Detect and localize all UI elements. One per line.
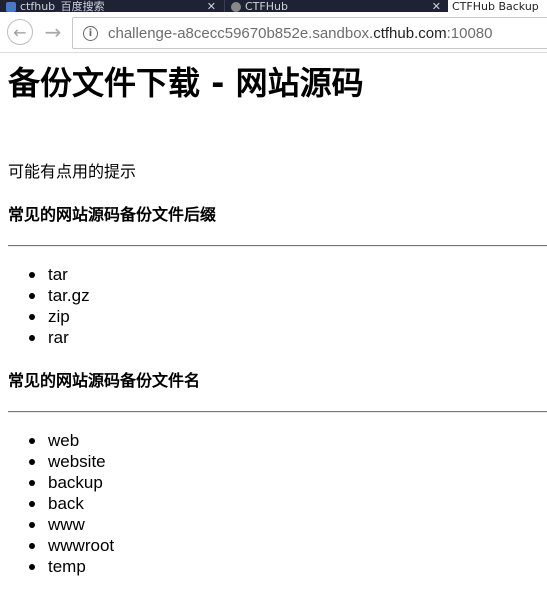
page-title: 备份文件下载 - 网站源码 bbox=[8, 64, 364, 102]
url-prefix: challenge-a8cecc59670b852e.sandbox. bbox=[108, 24, 374, 42]
section-heading-suffixes: 常见的网站源码备份文件后缀 bbox=[8, 205, 217, 224]
browser-tab-bar: ctfhub_百度搜索 ✕ CTFHub ✕ CTFHub Backup bbox=[0, 0, 547, 12]
forward-arrow-icon[interactable]: → bbox=[42, 20, 64, 44]
browser-toolbar: ← → i challenge-a8cecc59670b852e.sandbox… bbox=[0, 12, 547, 53]
back-arrow-icon[interactable]: ← bbox=[7, 19, 33, 45]
tab-label: CTFHub bbox=[245, 0, 288, 12]
hint-text: 可能有点用的提示 bbox=[8, 162, 137, 181]
list-item: www bbox=[0, 514, 114, 535]
list-item: zip bbox=[0, 306, 90, 327]
list-item: backup bbox=[0, 472, 114, 493]
list-item: web bbox=[0, 430, 114, 451]
filename-list: web website backup back www wwwroot temp bbox=[0, 430, 114, 577]
address-bar[interactable]: i challenge-a8cecc59670b852e.sandbox.ctf… bbox=[72, 17, 547, 49]
tab-label: ctfhub_百度搜索 bbox=[20, 0, 105, 12]
url-domain: ctfhub.com bbox=[373, 24, 447, 42]
tab-label: CTFHub Backup bbox=[452, 0, 539, 12]
browser-tab-1[interactable]: ctfhub_百度搜索 ✕ bbox=[0, 0, 222, 12]
list-item: back bbox=[0, 493, 114, 514]
close-tab-icon[interactable]: ✕ bbox=[207, 0, 216, 12]
baidu-favicon-icon bbox=[6, 2, 16, 12]
url-port: :10080 bbox=[446, 24, 493, 42]
list-item: rar bbox=[0, 327, 90, 348]
browser-tab-2[interactable]: CTFHub ✕ bbox=[224, 0, 447, 12]
list-item: wwwroot bbox=[0, 535, 114, 556]
close-tab-icon[interactable]: ✕ bbox=[432, 0, 441, 12]
list-item: tar bbox=[0, 264, 90, 285]
url-text: challenge-a8cecc59670b852e.sandbox.ctfhu… bbox=[108, 25, 492, 42]
section-heading-filenames: 常见的网站源码备份文件名 bbox=[8, 371, 201, 390]
divider bbox=[8, 411, 547, 413]
list-item: temp bbox=[0, 556, 114, 577]
list-item: website bbox=[0, 451, 114, 472]
suffix-list: tar tar.gz zip rar bbox=[0, 264, 90, 348]
browser-tab-active[interactable]: CTFHub Backup bbox=[448, 0, 547, 12]
list-item: tar.gz bbox=[0, 285, 90, 306]
site-info-icon[interactable]: i bbox=[83, 25, 98, 41]
globe-favicon-icon bbox=[231, 2, 241, 12]
divider bbox=[8, 245, 547, 247]
